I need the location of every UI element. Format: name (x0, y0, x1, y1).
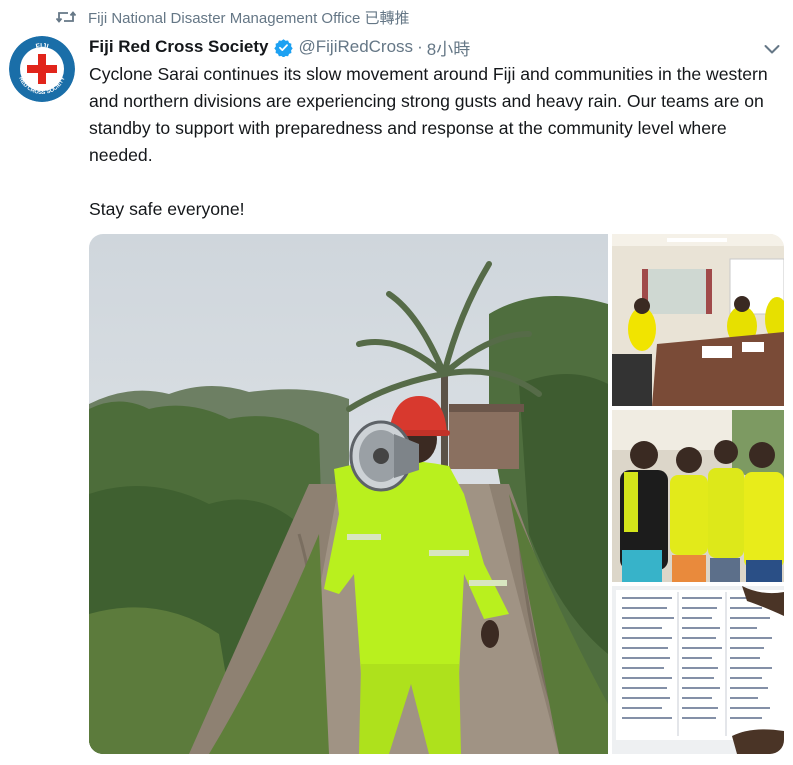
photo-volunteers-group[interactable] (612, 410, 784, 582)
timestamp[interactable]: 8小時 (427, 35, 470, 60)
verified-badge-icon (273, 38, 293, 58)
chevron-down-icon[interactable] (763, 40, 781, 58)
tweet-header: Fiji Red Cross Society @FijiRedCross · 8… (89, 34, 773, 60)
retweet-icon (55, 8, 77, 26)
user-handle[interactable]: @FijiRedCross (299, 37, 414, 57)
photo-volunteer-megaphone[interactable] (89, 234, 608, 754)
retweet-context[interactable]: Fiji National Disaster Management Office… (55, 6, 410, 28)
tweet-text: Cyclone Sarai continues its slow movemen… (89, 64, 768, 219)
retweet-text: Fiji National Disaster Management Office… (88, 9, 410, 27)
photo-handwritten-list[interactable] (612, 586, 784, 754)
display-name[interactable]: Fiji Red Cross Society (89, 37, 269, 57)
separator-dot: · (417, 37, 423, 56)
avatar[interactable]: FIJI RED CROSS SOCIETY (9, 36, 75, 102)
media-grid (89, 234, 784, 754)
photo-meeting-room[interactable] (612, 234, 784, 406)
